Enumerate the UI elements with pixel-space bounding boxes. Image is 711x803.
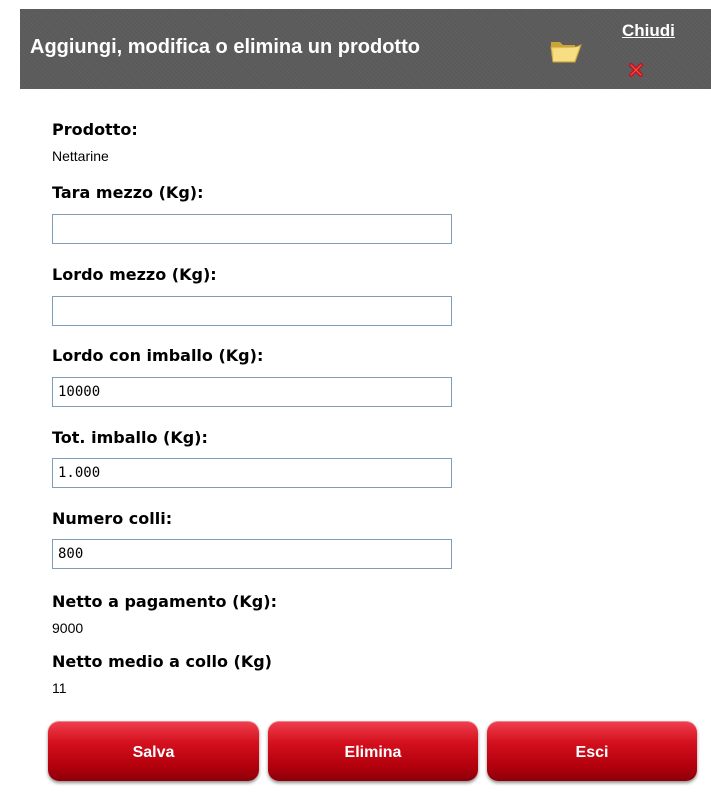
exit-button-label: Esci xyxy=(575,744,609,761)
product-dialog: Aggiungi, modifica o elimina un prodotto… xyxy=(0,0,711,803)
tare-vehicle-input[interactable] xyxy=(52,214,452,244)
delete-button-label: Elimina xyxy=(344,744,402,761)
package-count-label: Numero colli: xyxy=(52,509,173,528)
save-button-label: Salva xyxy=(132,744,175,761)
avg-net-per-package-value: 11 xyxy=(52,680,67,696)
folder-icon xyxy=(550,42,582,63)
avg-net-per-package-label: Netto medio a collo (Kg) xyxy=(52,652,272,671)
close-icon[interactable] xyxy=(628,62,644,78)
gross-vehicle-input[interactable] xyxy=(52,296,452,326)
total-packaging-input[interactable] xyxy=(52,458,452,488)
tare-vehicle-label: Tara mezzo (Kg): xyxy=(52,183,204,202)
total-packaging-label: Tot. imballo (Kg): xyxy=(52,428,208,447)
net-payable-value: 9000 xyxy=(52,620,84,636)
exit-button[interactable]: Esci xyxy=(487,721,697,781)
product-value: Nettarine xyxy=(52,148,109,164)
gross-with-packaging-label: Lordo con imballo (Kg): xyxy=(52,346,264,365)
gross-with-packaging-input[interactable] xyxy=(52,377,452,407)
close-link[interactable]: Chiudi xyxy=(622,21,675,41)
dialog-header: Aggiungi, modifica o elimina un prodotto… xyxy=(20,9,711,89)
product-label: Prodotto: xyxy=(52,120,138,139)
gross-vehicle-label: Lordo mezzo (Kg): xyxy=(52,265,217,284)
net-payable-label: Netto a pagamento (Kg): xyxy=(52,592,277,611)
delete-button[interactable]: Elimina xyxy=(268,721,478,781)
dialog-title: Aggiungi, modifica o elimina un prodotto xyxy=(30,36,420,58)
save-button[interactable]: Salva xyxy=(48,721,259,781)
package-count-input[interactable] xyxy=(52,539,452,569)
